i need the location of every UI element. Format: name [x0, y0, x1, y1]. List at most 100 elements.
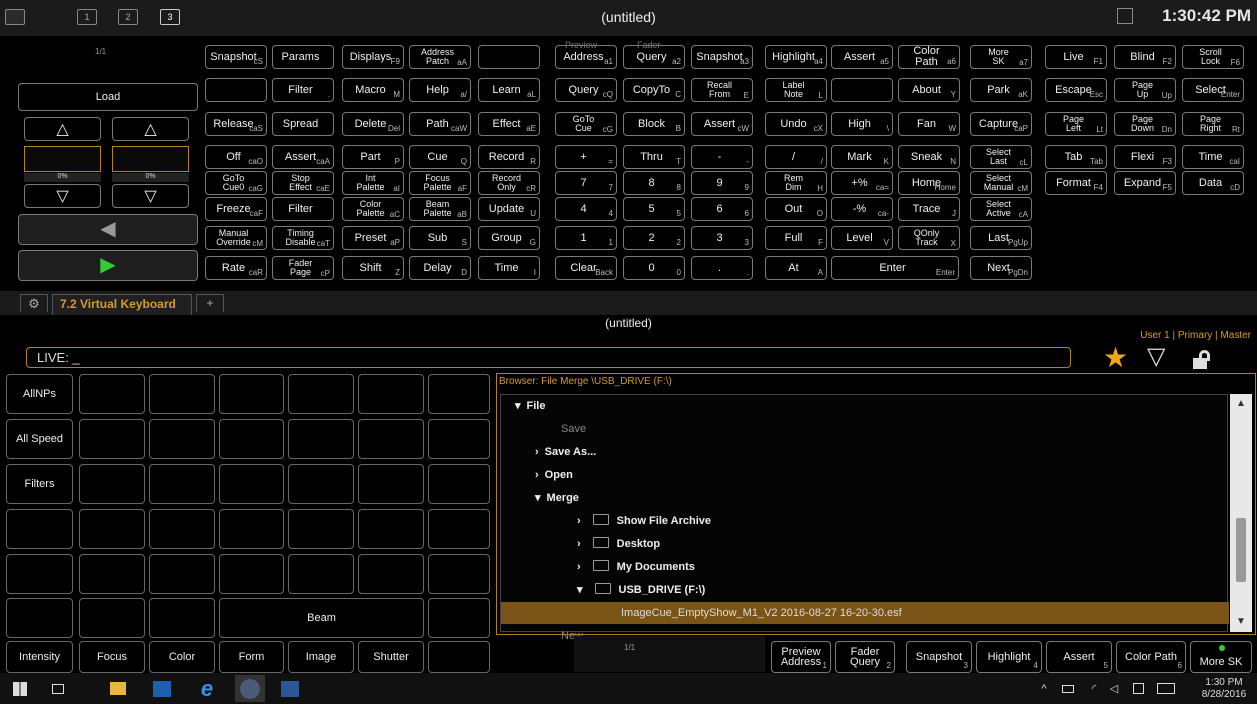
key-6-c8-5[interactable]: 66	[691, 197, 753, 221]
tree-item-merge[interactable]: ▾ Merge	[501, 487, 1229, 509]
key-group-c5-6[interactable]: Group G	[478, 226, 540, 250]
magic-cell[interactable]	[358, 509, 424, 549]
chevron-down-icon[interactable]: ▾	[535, 492, 541, 504]
param-tab-color[interactable]: Color	[149, 641, 215, 673]
key-park-c12-1[interactable]: Park aK	[970, 78, 1032, 102]
key-symbol-c8-7[interactable]: ..	[691, 256, 753, 280]
key-spread-c2-2[interactable]: Spread	[272, 112, 334, 136]
param-tab-blank[interactable]	[428, 641, 490, 673]
eos-app-icon[interactable]	[235, 675, 265, 702]
unlock-icon[interactable]	[1191, 349, 1211, 369]
magic-cell[interactable]	[79, 419, 145, 459]
key-1-c6-6[interactable]: 11	[555, 226, 617, 250]
key-copyto-c7-1[interactable]: CopyTo C	[623, 78, 685, 102]
tree-item-save-as[interactable]: › Save As...	[501, 441, 1229, 463]
key-symbol-c10-5[interactable]: -% ca-	[831, 197, 893, 221]
magic-cell[interactable]	[428, 509, 490, 549]
chevron-down-icon[interactable]: ▾	[515, 400, 521, 412]
magic-cell[interactable]	[288, 509, 354, 549]
magic-row-label[interactable]	[6, 598, 73, 638]
key-last-c12-6[interactable]: Last PgUp	[970, 226, 1032, 250]
volume-icon[interactable]: ◁	[1106, 678, 1122, 699]
magic-cell[interactable]	[149, 464, 215, 504]
magic-cell[interactable]	[358, 464, 424, 504]
chevron-right-icon[interactable]: ›	[577, 515, 581, 527]
key-label-note-c9-1[interactable]: Label Note L	[765, 78, 827, 102]
key-at-c9-7[interactable]: At A	[765, 256, 827, 280]
browser-scrollbar[interactable]: ▲ ▼	[1230, 394, 1252, 632]
key-enter-c10-7[interactable]: Enter Enter	[831, 256, 959, 280]
key-undo-c9-2[interactable]: Undo cX	[765, 112, 827, 136]
magic-cell[interactable]	[288, 374, 354, 414]
key-manual-override-c1-6[interactable]: Manual Override cM	[205, 226, 267, 250]
windows-start-icon[interactable]	[10, 678, 30, 699]
chevron-right-icon[interactable]: ›	[577, 538, 581, 550]
chevron-up-icon[interactable]: ^	[1037, 678, 1051, 699]
param-tab-image[interactable]: Image	[288, 641, 354, 673]
key-recall-from-c8-1[interactable]: Recall From E	[691, 78, 753, 102]
key-fader-page-c2-7[interactable]: Fader Page cP	[272, 256, 334, 280]
key-symbol-c6-3[interactable]: + =	[555, 145, 617, 169]
magic-cell[interactable]	[79, 509, 145, 549]
softkey-highlight[interactable]: Highlight 4	[976, 641, 1042, 673]
magic-cell[interactable]	[219, 464, 284, 504]
key-tab-c13-3[interactable]: Tab Tab	[1045, 145, 1107, 169]
key-rate-c1-7[interactable]: Rate caR	[205, 256, 267, 280]
param-tab-intensity[interactable]: Intensity	[6, 641, 73, 673]
magic-cell[interactable]	[149, 374, 215, 414]
softkey-assert[interactable]: Assert 5	[1046, 641, 1112, 673]
softkey-color-path[interactable]: Color Path 6	[1116, 641, 1186, 673]
fader-left[interactable]	[24, 146, 101, 172]
key-time-c15-3[interactable]: Time caI	[1182, 145, 1244, 169]
chevron-right-icon[interactable]: ›	[577, 561, 581, 573]
key-thru-c7-3[interactable]: Thru T	[623, 145, 685, 169]
magic-cell[interactable]	[358, 419, 424, 459]
key-color-path-c11-0[interactable]: Color Path a6	[898, 45, 960, 69]
magic-row-label[interactable]: AllNPs	[6, 374, 73, 414]
magic-cell[interactable]	[428, 419, 490, 459]
magic-cell[interactable]	[79, 464, 145, 504]
magic-row-label[interactable]: All Speed	[6, 419, 73, 459]
key-page-up-c14-1[interactable]: Page Up Up	[1114, 78, 1176, 102]
keyboard-grid-icon[interactable]	[1117, 8, 1133, 24]
magic-row-label[interactable]: Filters	[6, 464, 73, 504]
key-3-c8-6[interactable]: 33	[691, 226, 753, 250]
back-button[interactable]: ◀	[18, 214, 198, 245]
key-delay-c4-7[interactable]: Delay D	[409, 256, 471, 280]
key-qonly-track-c11-6[interactable]: QOnly Track X	[898, 226, 960, 250]
key-focus-palette-c4-4[interactable]: Focus Palette aF	[409, 171, 471, 195]
fader-right[interactable]	[112, 146, 189, 172]
key-mark-c10-3[interactable]: Mark K	[831, 145, 893, 169]
tree-item-usb-drive-f[interactable]: ▾ USB_DRIVE (F:\)	[501, 579, 1229, 601]
tree-item-desktop[interactable]: › Desktop	[501, 533, 1229, 555]
magic-cell[interactable]	[149, 598, 215, 638]
key-symbol-c9-3[interactable]: / /	[765, 145, 827, 169]
tree-item-file[interactable]: ▾ File	[501, 395, 1229, 417]
key-record-only-c5-4[interactable]: Record Only cR	[478, 171, 540, 195]
fader-left-down-button[interactable]: ▽	[24, 184, 101, 208]
softkey-snapshot[interactable]: Snapshot 3	[906, 641, 972, 673]
key-time-c5-7[interactable]: Time I	[478, 256, 540, 280]
key-0-c7-7[interactable]: 00	[623, 256, 685, 280]
magic-cell[interactable]	[428, 554, 490, 594]
tab-settings[interactable]: ⚙	[20, 294, 48, 312]
key-select-c15-1[interactable]: Select Enter	[1182, 78, 1244, 102]
key-select-last-c12-3[interactable]: Select Last cL	[970, 145, 1032, 169]
magic-cell[interactable]	[149, 554, 215, 594]
edge-icon[interactable]: e	[195, 676, 219, 701]
key-help-c4-1[interactable]: Help a/	[409, 78, 471, 102]
param-tab-shutter[interactable]: Shutter	[358, 641, 424, 673]
key-clear-c6-7[interactable]: Clear Back	[555, 256, 617, 280]
scroll-thumb[interactable]	[1236, 518, 1246, 582]
key-blank-c10-1[interactable]	[831, 78, 893, 102]
key-goto-cue0-c1-4[interactable]: GoTo Cue0 caG	[205, 171, 267, 195]
key-fan-c11-2[interactable]: Fan W	[898, 112, 960, 136]
word-icon[interactable]	[278, 678, 302, 699]
chevron-down-icon[interactable]: ▾	[577, 584, 583, 596]
key-address-patch-c4-0[interactable]: Address Patch aA	[409, 45, 471, 69]
wifi-icon[interactable]: ◜	[1086, 678, 1102, 699]
outlook-icon[interactable]	[150, 678, 174, 699]
magic-cell[interactable]	[219, 374, 284, 414]
magic-cell[interactable]	[288, 464, 354, 504]
taskbar-clock[interactable]: 1:30 PM 8/28/2016	[1195, 677, 1253, 700]
